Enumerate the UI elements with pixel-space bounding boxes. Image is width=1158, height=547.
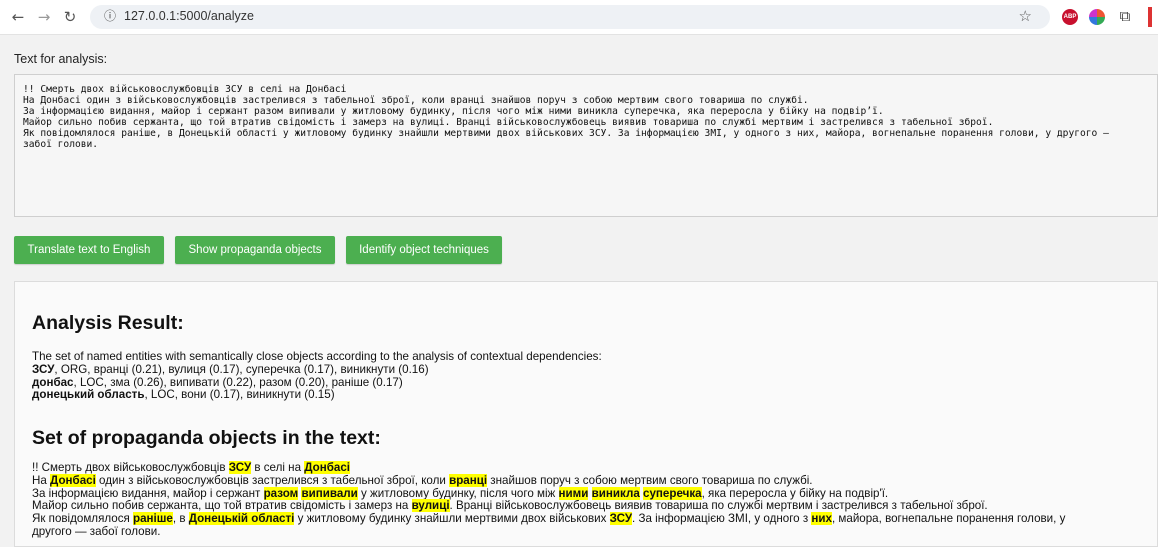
site-info-icon[interactable]: ⓘ	[102, 8, 118, 24]
propaganda-text-segment: , майора, вогнепальне поранення голови, …	[831, 512, 1066, 526]
propaganda-object-highlight: разом	[263, 486, 299, 500]
propaganda-object-highlight: ЗСУ	[609, 512, 633, 526]
entities-list: The set of named entities with semantica…	[32, 350, 1142, 402]
text-input-label: Text for analysis:	[14, 52, 108, 66]
propaganda-text-segment: у житловому будинку, після чого між	[357, 486, 559, 500]
back-icon[interactable]: ←	[8, 7, 28, 27]
propaganda-text-segment: На	[32, 473, 51, 487]
propaganda-object-highlight: ЗСУ	[228, 461, 252, 474]
analysis-text-area[interactable]: !! Смерть двох військовослужбовців ЗСУ в…	[14, 74, 1158, 217]
propaganda-text-segment: другого — забої голови.	[32, 524, 161, 538]
propaganda-text-segment: Як повідомлялося	[32, 512, 133, 526]
propaganda-text-segment: знайшов поруч з собою мертвим свого това…	[487, 473, 813, 487]
propaganda-text-segment: . Вранці військовослужбовець виявив това…	[449, 499, 988, 513]
address-bar[interactable]: ⓘ 127.0.0.1:5000/analyze ☆	[90, 5, 1050, 29]
propaganda-line: другого — забої голови.	[32, 524, 1157, 539]
propaganda-object-highlight: ними	[558, 486, 589, 500]
propaganda-object-highlight: Донбасі	[50, 473, 96, 487]
propaganda-text: !! Смерть двох військовослужбовців ЗСУ в…	[32, 461, 1157, 539]
extensions-puzzle-icon[interactable]: ⧉	[1116, 6, 1134, 26]
analysis-result-panel: Analysis Result: The set of named entiti…	[14, 281, 1158, 547]
entity-name: донбас	[32, 375, 74, 389]
propaganda-object-highlight: раніше	[133, 512, 173, 526]
propaganda-object-highlight: вулиці	[411, 499, 450, 513]
propaganda-text-segment: Майор сильно побив сержанта, що той втра…	[32, 499, 412, 513]
propaganda-object-highlight: Донбасі	[304, 461, 351, 474]
bookmark-star-icon[interactable]: ☆	[1019, 7, 1032, 25]
entity-row: донецький область, LOC, вони (0.17), вин…	[32, 388, 1142, 402]
propaganda-text-segment: , яка переросла у бійку на подвір'ї.	[701, 486, 889, 500]
propaganda-text-segment: в селі на	[251, 461, 305, 474]
propaganda-object-highlight: випивали	[301, 486, 358, 500]
browser-toolbar: ← → ↻ ⓘ 127.0.0.1:5000/analyze ☆ ABP ⧉	[0, 0, 1158, 35]
propaganda-object-highlight: Донецькій області	[188, 512, 295, 526]
entity-name: ЗСУ	[32, 362, 55, 376]
propaganda-text-segment: !! Смерть двох військовослужбовців	[32, 461, 229, 474]
forward-icon[interactable]: →	[34, 7, 54, 27]
entity-name: донецький область	[32, 388, 145, 402]
propaganda-objects-title: Set of propaganda objects in the text:	[32, 427, 381, 449]
color-extension-icon[interactable]	[1089, 9, 1105, 25]
reload-icon[interactable]: ↻	[60, 7, 80, 27]
propaganda-object-highlight: суперечка	[643, 486, 702, 500]
propaganda-object-highlight: виникла	[591, 486, 640, 500]
analysis-result-title: Analysis Result:	[32, 312, 184, 334]
url-text[interactable]: 127.0.0.1:5000/analyze	[124, 9, 254, 23]
propaganda-text-segment: один з військовослужбовців застрелився з…	[95, 473, 450, 487]
propaganda-text-segment: . За інформацією ЗМІ, у одного з	[632, 512, 812, 526]
identify-techniques-button[interactable]: Identify object techniques	[346, 236, 502, 264]
adblock-extension-icon[interactable]: ABP	[1062, 9, 1078, 25]
propaganda-object-highlight: вранці	[449, 473, 488, 487]
profile-icon[interactable]	[1148, 7, 1152, 27]
propaganda-text-segment: у житловому будинку знайшли мертвими дво…	[294, 512, 610, 526]
propaganda-text-segment: , в	[172, 512, 189, 526]
entity-details: , ORG, вранці (0.21), вулиця (0.17), суп…	[54, 362, 429, 376]
translate-button[interactable]: Translate text to English	[14, 236, 164, 264]
entity-details: , LOC, вони (0.17), виникнути (0.15)	[144, 388, 335, 402]
propaganda-line: Як повідомлялося раніше, в Донецькій обл…	[32, 512, 1157, 526]
show-propaganda-button[interactable]: Show propaganda objects	[175, 236, 335, 264]
propaganda-text-segment: За інформацією видання, майор і сержант	[32, 486, 264, 500]
entity-details: , LOC, зма (0.26), випивати (0.22), разо…	[73, 375, 403, 389]
propaganda-object-highlight: них	[811, 512, 832, 526]
